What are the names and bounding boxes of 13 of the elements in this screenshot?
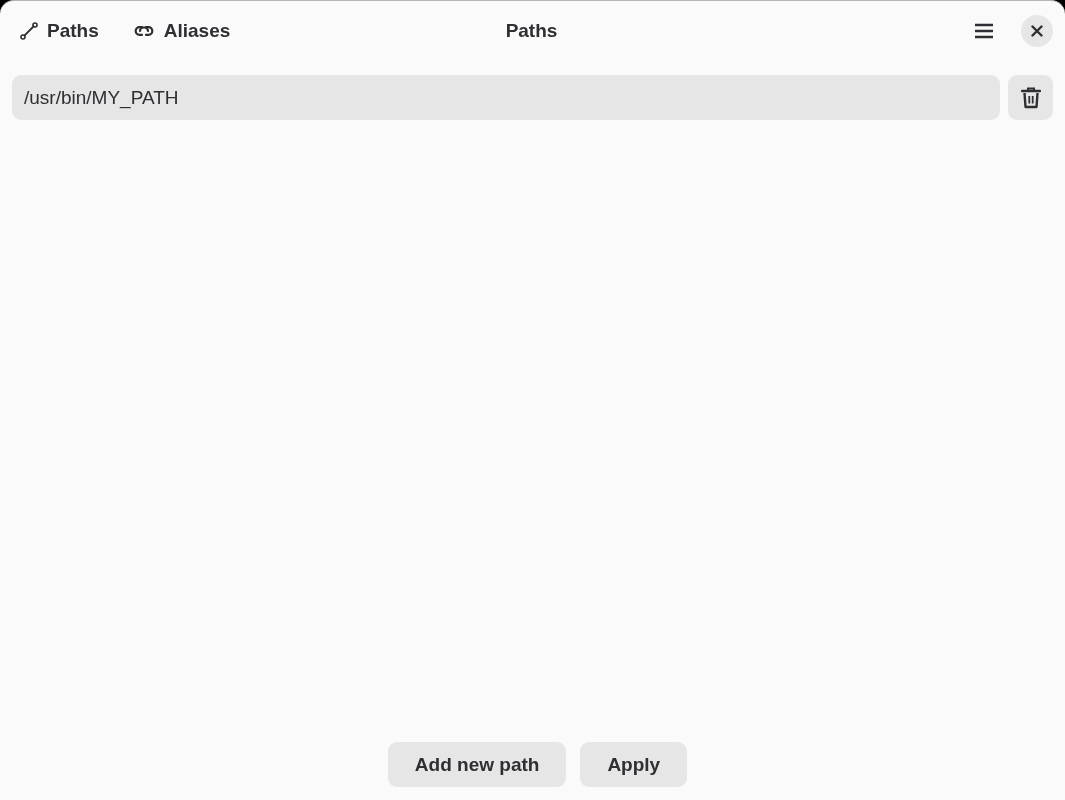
close-icon (1031, 25, 1043, 37)
path-field[interactable]: /usr/bin/MY_PATH (12, 75, 1000, 120)
view-tab[interactable]: Paths (10, 14, 109, 48)
link-icon (132, 24, 155, 38)
view-tab[interactable]: Aliases (122, 14, 241, 48)
path-icon (20, 22, 38, 40)
delete-button[interactable] (1008, 75, 1053, 120)
close-button[interactable] (1021, 15, 1053, 47)
trash-icon (1020, 86, 1041, 109)
window-title: Paths (505, 20, 558, 42)
action-button[interactable]: Add new path (387, 742, 567, 787)
menu-icon (974, 23, 994, 39)
action-button[interactable]: Apply (580, 742, 688, 787)
